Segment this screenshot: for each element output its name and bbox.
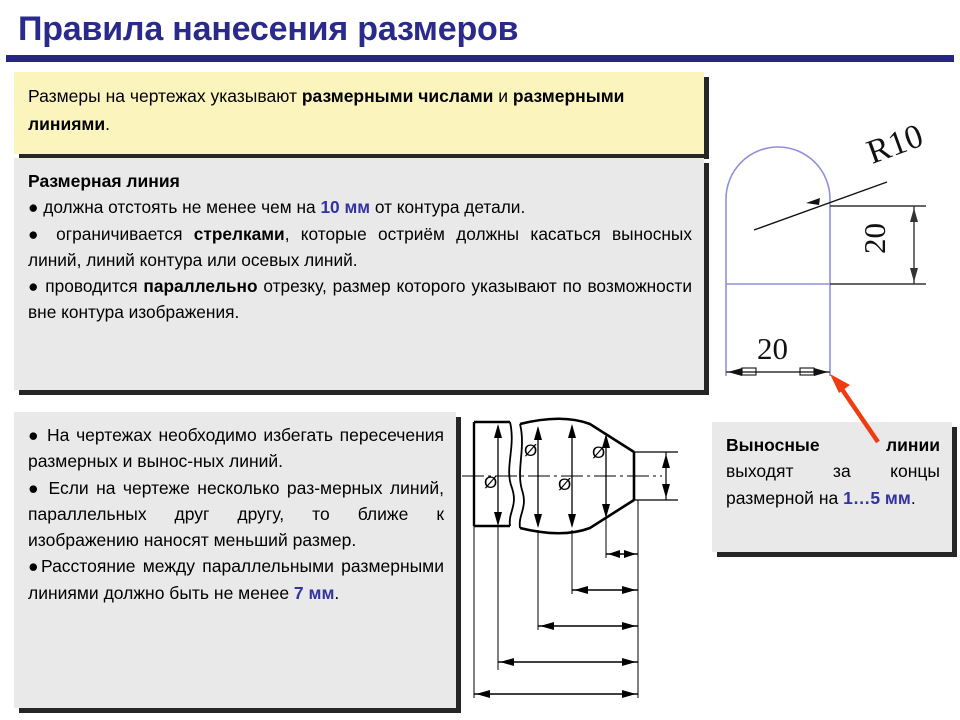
extension-lines-text: Выносные линии выходят за концы размерно…: [726, 432, 940, 511]
extension-bold-head: Выносные линии: [726, 435, 940, 455]
dimension-line-bullet-3: ● проводится параллельно отрезку, размер…: [28, 273, 692, 326]
bullet1-part-b: от контура детали.: [370, 197, 526, 218]
dimension-line-bullet-1: ● должна отстоять не менее чем на 10 мм …: [28, 194, 692, 220]
avoid-bullet-3: ●Расстояние между параллельными размерны…: [28, 553, 444, 606]
vdim-arrow-top: [910, 208, 918, 222]
radius-label: R10: [862, 117, 928, 171]
dimension-line-bullet-2: ● ограничивается стрелками, которые остр…: [28, 221, 692, 274]
radius-arrowhead: [806, 198, 820, 205]
bullet2-bold: стрелками: [193, 223, 285, 244]
vertical-dimension-label: 20: [857, 223, 892, 254]
diameter-symbol-1: Ø: [484, 473, 497, 492]
dimension-line-box: Размерная линия ● должна отстоять не мен…: [14, 158, 704, 390]
stepped-shaft-drawing: Ø Ø Ø Ø: [462, 408, 718, 712]
title-divider: [6, 55, 954, 62]
avoid-bullet-1: ● На чертежах необходимо избегать пересе…: [28, 425, 444, 472]
arc-dimension-drawing: R10 20 20: [702, 104, 954, 444]
avoid-bullet3-part-b: .: [334, 582, 340, 603]
bullet1-part-a: ● должна отстоять не менее чем на: [28, 197, 321, 218]
horizontal-dimension-label: 20: [757, 331, 788, 366]
intro-yellow-box: Размеры на чертежах указывают размерными…: [14, 72, 704, 154]
avoid-bullet3-part-a: ●Расстояние между параллельными размерны…: [28, 556, 444, 603]
bullet2-part-a: ● ограничивается: [28, 223, 194, 244]
bullet1-accent: 10 мм: [320, 197, 371, 218]
witness-lines: [473, 500, 639, 698]
diameter-symbol-4: Ø: [592, 443, 605, 462]
hdim-arrow-right: [814, 368, 828, 376]
vdim-arrow-bottom: [910, 268, 918, 282]
diameter-symbol-2: Ø: [524, 441, 537, 460]
intro-text: Размеры на чертежах указывают размерными…: [28, 82, 692, 138]
intro-text-end: .: [105, 114, 110, 134]
dimension-line-heading: Размерная линия: [28, 171, 180, 191]
intro-text-mid: и: [493, 86, 513, 106]
diameter-symbol-3: Ø: [558, 475, 571, 494]
avoid-bullet-2: ● Если на чертеже несколько раз-мерных л…: [28, 477, 444, 551]
page-title: Правила нанесения размеров: [18, 10, 519, 48]
hdim-arrow-left: [728, 368, 742, 376]
bullet3-part-a: ● проводится: [28, 276, 144, 297]
avoid-crossing-box: ● На чертежах необходимо избегать пересе…: [14, 412, 456, 708]
extension-text-b: .: [910, 487, 916, 508]
extension-lines-box: Выносные линии выходят за концы размерно…: [712, 422, 952, 552]
bullet3-bold: параллельно: [143, 276, 258, 297]
intro-bold-1: размерными числами: [301, 86, 494, 106]
avoid-bullet3-accent: 7 мм: [293, 582, 335, 603]
extension-accent: 1…5 мм: [843, 487, 911, 508]
intro-text-before: Размеры на чертежах указывают: [28, 86, 302, 106]
